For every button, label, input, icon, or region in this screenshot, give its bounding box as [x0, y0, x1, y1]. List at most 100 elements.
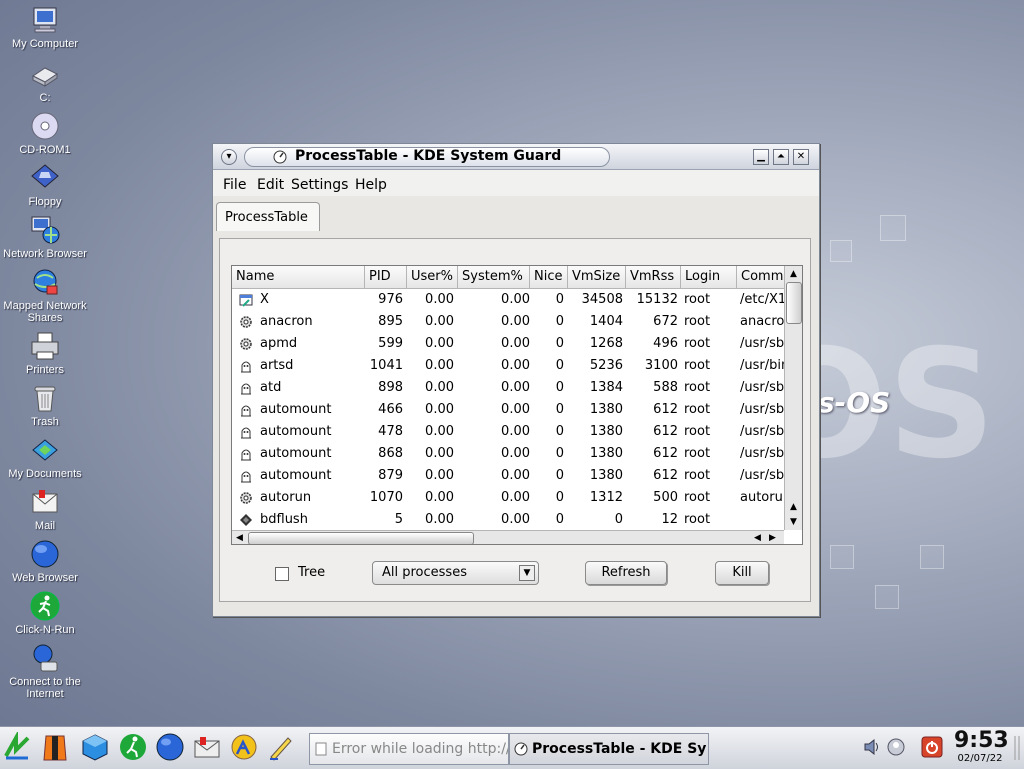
menu-settings[interactable]: Settings — [291, 177, 348, 193]
network-icon[interactable] — [229, 732, 259, 762]
task-error-loading[interactable]: Error while loading http://r — [309, 733, 509, 765]
window-menu-button[interactable]: ▾ — [221, 149, 237, 165]
table-row[interactable]: automount 478 0.00 0.00 0 1380 612 root/usr/sbi — [232, 421, 784, 443]
cell-user: 0.00 — [425, 512, 454, 527]
desktop-icon-label: Mapped Network Shares — [3, 300, 87, 324]
table-row[interactable]: artsd 1041 0.00 0.00 0 5236 3100 root/usr/bin — [232, 355, 784, 377]
table-row[interactable]: bdflush 5 0.00 0.00 0 0 12 root — [232, 509, 784, 531]
scroll-up-arrow-icon[interactable]: ▲ — [786, 500, 801, 514]
cell-cmd: /usr/sbi — [740, 402, 784, 417]
cell-vmsize: 1268 — [589, 336, 623, 351]
column-header-command[interactable]: Comm — [737, 266, 784, 288]
maximize-button[interactable]: ⏶ — [773, 149, 789, 165]
desktop-icon-mail[interactable]: Mail — [0, 486, 90, 532]
desktop-icon-printers[interactable]: Printers — [0, 330, 90, 376]
speaker-icon[interactable] — [862, 737, 882, 757]
cell-system: 0.00 — [501, 380, 530, 395]
table-row[interactable]: apmd 599 0.00 0.00 0 1268 496 root/usr/sbi — [232, 333, 784, 355]
table-row[interactable]: automount 879 0.00 0.00 0 1380 612 root/usr/sbi — [232, 465, 784, 487]
clock[interactable]: 9:53 02/07/22 — [954, 729, 1009, 767]
vertical-scrollbar[interactable]: ▲ ▲ ▼ — [784, 266, 802, 530]
power-icon[interactable] — [921, 736, 943, 758]
refresh-button[interactable]: Refresh — [585, 561, 667, 585]
tree-checkbox[interactable] — [275, 567, 289, 581]
horizontal-scroll-thumb[interactable] — [248, 532, 474, 544]
table-row[interactable]: autorun 1070 0.00 0.00 0 1312 500 root autorun — [232, 487, 784, 509]
desktop-icon-click-n-run[interactable]: Click-N-Run — [0, 590, 90, 636]
close-button[interactable]: ✕ — [793, 149, 809, 165]
cell-vmsize: 1384 — [589, 380, 623, 395]
process-filter-select[interactable]: All processes ▼ — [372, 561, 539, 585]
process-table-window: ▾ ProcessTable - KDE System Guard ▁ ⏶ ✕ … — [212, 143, 820, 617]
globe-icon[interactable] — [155, 732, 185, 762]
start-menu-icon[interactable] — [2, 732, 32, 762]
desktop-icon-web-browser[interactable]: Web Browser — [0, 538, 90, 584]
user-icon[interactable] — [886, 737, 906, 757]
desktop-icon-connect-internet[interactable]: Connect to the Internet — [0, 642, 90, 700]
cell-vmrss: 15132 — [636, 292, 678, 307]
cell-name: automount — [260, 424, 332, 439]
desktop-icon-network-browser[interactable]: Network Browser — [0, 214, 90, 260]
cell-login: root — [684, 446, 711, 461]
wallpaper-square — [830, 545, 854, 569]
wallpaper-square — [920, 545, 944, 569]
table-row[interactable]: X 976 0.00 0.00 0 34508 15132 root/etc/X1 — [232, 289, 784, 311]
table-row[interactable]: automount 868 0.00 0.00 0 1380 612 root/usr/sbi — [232, 443, 784, 465]
column-header-vmrss[interactable]: VmRss — [626, 266, 681, 288]
scroll-left-arrow-icon[interactable]: ◀ — [232, 531, 247, 544]
process-list[interactable]: Name PID User% System% Nice VmSize VmRss… — [231, 265, 803, 545]
desktop-icon-trash[interactable]: Trash — [0, 382, 90, 428]
vertical-scroll-thumb[interactable] — [786, 282, 802, 324]
minimize-button[interactable]: ▁ — [753, 149, 769, 165]
column-header-pid[interactable]: PID — [365, 266, 407, 288]
table-row[interactable]: automount 466 0.00 0.00 0 1380 612 root/usr/sbi — [232, 399, 784, 421]
menu-help[interactable]: Help — [355, 177, 387, 193]
horizontal-scrollbar[interactable]: ◀ ◀ ▶ — [232, 530, 784, 544]
scroll-down-arrow-icon[interactable]: ▼ — [786, 515, 801, 529]
menu-edit[interactable]: Edit — [257, 177, 284, 193]
running-man-icon[interactable] — [118, 732, 148, 762]
column-header-nice[interactable]: Nice — [530, 266, 568, 288]
desktop-icon-c-drive[interactable]: C: — [0, 58, 90, 104]
title-bar[interactable]: ▾ ProcessTable - KDE System Guard ▁ ⏶ ✕ — [213, 144, 819, 170]
column-header-login[interactable]: Login — [681, 266, 737, 288]
kill-button[interactable]: Kill — [715, 561, 769, 585]
table-row[interactable]: atd 898 0.00 0.00 0 1384 588 root/usr/sbi — [232, 377, 784, 399]
mail-icon[interactable] — [192, 732, 222, 762]
life-vest-icon[interactable] — [40, 732, 70, 762]
cell-nice: 0 — [555, 512, 564, 527]
pen-icon[interactable] — [266, 732, 296, 762]
desktop-icon-my-computer[interactable]: My Computer — [0, 4, 90, 50]
scroll-left-arrow-icon[interactable]: ◀ — [750, 531, 765, 544]
cell-pid: 1070 — [369, 490, 403, 505]
column-header-vmsize[interactable]: VmSize — [568, 266, 626, 288]
desktop-icon-my-documents[interactable]: My Documents — [0, 434, 90, 480]
clock-date: 02/07/22 — [957, 753, 1003, 764]
daemon-icon — [238, 380, 254, 396]
cell-vmsize: 5236 — [589, 358, 623, 373]
tree-checkbox-label[interactable]: Tree — [298, 565, 325, 580]
menu-file[interactable]: File — [223, 177, 246, 193]
cell-pid: 478 — [378, 424, 403, 439]
cell-login: root — [684, 490, 711, 505]
cell-name: bdflush — [260, 512, 308, 527]
tab-process-table[interactable]: ProcessTable — [216, 202, 320, 231]
cube-icon[interactable] — [80, 732, 110, 762]
taskbar-handle[interactable] — [1012, 733, 1022, 763]
scroll-up-arrow-icon[interactable]: ▲ — [786, 267, 801, 281]
column-header-user[interactable]: User% — [407, 266, 458, 288]
desktop-icon-floppy[interactable]: Floppy — [0, 162, 90, 208]
table-row[interactable]: anacron 895 0.00 0.00 0 1404 672 root anacron — [232, 311, 784, 333]
computer-icon — [33, 7, 57, 33]
cell-system: 0.00 — [501, 446, 530, 461]
column-header-system[interactable]: System% — [458, 266, 530, 288]
task-process-table[interactable]: ProcessTable - KDE Sy — [509, 733, 709, 765]
column-header-name[interactable]: Name — [232, 266, 365, 288]
scroll-right-arrow-icon[interactable]: ▶ — [765, 531, 780, 544]
desktop-icon-cdrom[interactable]: CD-ROM1 — [0, 110, 90, 156]
desktop-icon-mapped-network-shares[interactable]: Mapped Network Shares — [0, 266, 90, 324]
chevron-down-icon: ▼ — [519, 565, 535, 581]
cell-pid: 599 — [378, 336, 403, 351]
desktop-icon-label: Connect to the Internet — [9, 676, 81, 700]
daemon-icon — [238, 358, 254, 374]
